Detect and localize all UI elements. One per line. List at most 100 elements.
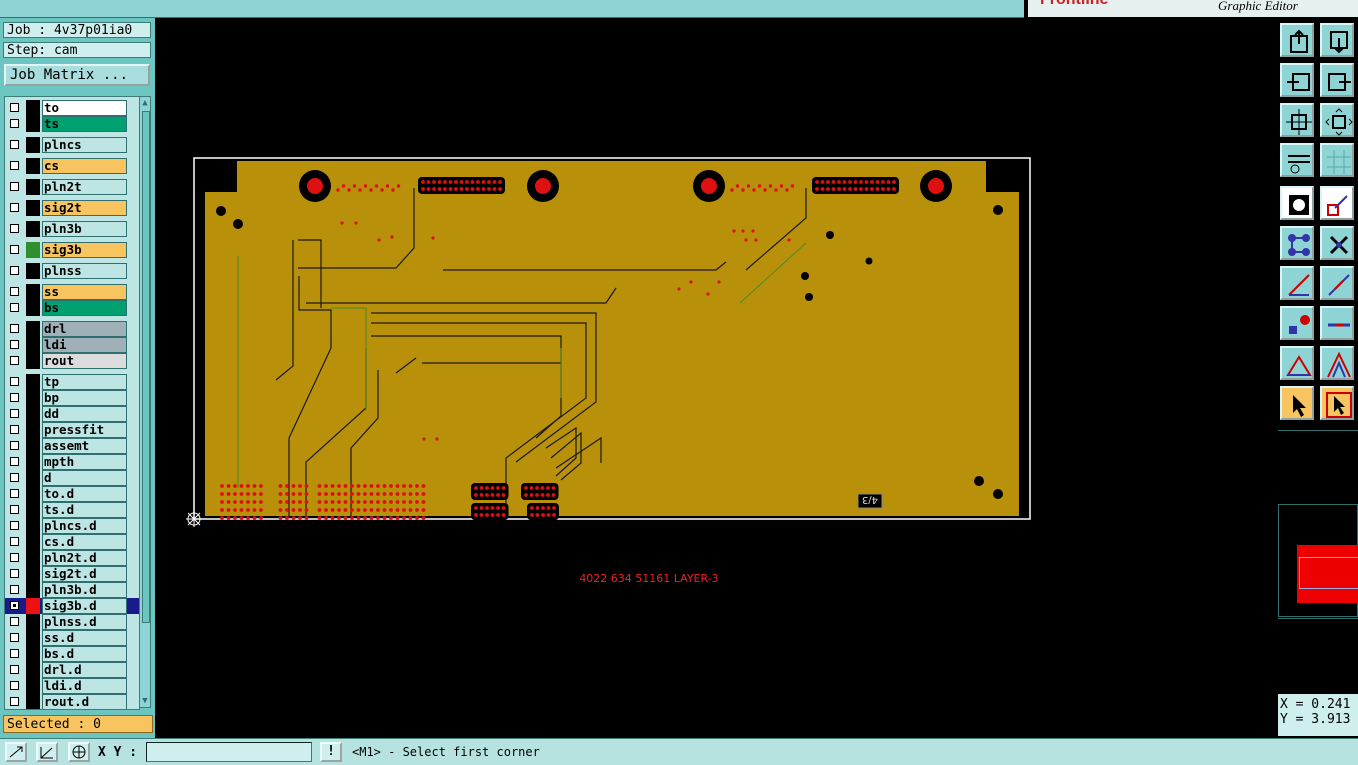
- layer-name[interactable]: to.d: [42, 486, 127, 502]
- layer-checkbox[interactable]: [10, 473, 19, 482]
- layer-color-swatch[interactable]: [26, 284, 40, 300]
- layer-row[interactable]: ts.d: [5, 502, 139, 518]
- layer-checkbox[interactable]: [10, 697, 19, 706]
- layer-checkbox[interactable]: [10, 665, 19, 674]
- layer-checkbox[interactable]: [10, 681, 19, 690]
- layer-row[interactable]: bp: [5, 390, 139, 406]
- layer-row[interactable]: drl.d: [5, 662, 139, 678]
- pad-button[interactable]: [1280, 306, 1314, 340]
- layer-row[interactable]: cs.d: [5, 534, 139, 550]
- layer-checkbox[interactable]: [10, 537, 19, 546]
- layer-name[interactable]: bs.d: [42, 646, 127, 662]
- layer-color-swatch[interactable]: [26, 263, 40, 279]
- layer-row[interactable]: drl: [5, 321, 139, 337]
- scrollbar-thumb[interactable]: [142, 111, 150, 623]
- layer-checkbox[interactable]: [10, 340, 19, 349]
- layer-row[interactable]: tp: [5, 374, 139, 390]
- layer-color-swatch[interactable]: [26, 662, 40, 678]
- layer-row[interactable]: ldi.d: [5, 678, 139, 694]
- layer-name[interactable]: ldi: [42, 337, 127, 353]
- layer-name[interactable]: bs: [42, 300, 127, 316]
- layer-color-swatch[interactable]: [26, 158, 40, 174]
- triangle-button[interactable]: [1280, 346, 1314, 380]
- scroll-down-arrow-icon[interactable]: ▼: [140, 695, 150, 707]
- layer-checkbox[interactable]: [10, 505, 19, 514]
- layer-name[interactable]: pressfit: [42, 422, 127, 438]
- layer-name[interactable]: sig3b.d: [42, 598, 127, 614]
- message-button[interactable]: !: [320, 742, 342, 762]
- layer-color-swatch[interactable]: [26, 353, 40, 369]
- layer-color-swatch[interactable]: [26, 100, 40, 116]
- layer-name[interactable]: plncs: [42, 137, 127, 153]
- grid-snap-button[interactable]: [68, 742, 90, 762]
- layer-checkbox[interactable]: [10, 377, 19, 386]
- layer-row[interactable]: d: [5, 470, 139, 486]
- layer-name[interactable]: to: [42, 100, 127, 116]
- job-matrix-button[interactable]: Job Matrix ...: [4, 64, 150, 86]
- layer-name[interactable]: sig2t.d: [42, 566, 127, 582]
- layer-color-swatch[interactable]: [26, 582, 40, 598]
- layer-color-swatch[interactable]: [26, 566, 40, 582]
- line-draw-button[interactable]: [1320, 266, 1354, 300]
- layer-color-swatch[interactable]: [26, 470, 40, 486]
- layer-row[interactable]: ss.d: [5, 630, 139, 646]
- layer-row[interactable]: sig2t: [5, 200, 139, 216]
- layer-color-swatch[interactable]: [26, 221, 40, 237]
- layer-name[interactable]: plnss.d: [42, 614, 127, 630]
- layer-checkbox[interactable]: [10, 266, 19, 275]
- layer-checkbox[interactable]: [10, 633, 19, 642]
- layer-color-swatch[interactable]: [26, 694, 40, 709]
- layer-checkbox[interactable]: [10, 356, 19, 365]
- layer-name[interactable]: drl.d: [42, 662, 127, 678]
- measure-tool-button[interactable]: [36, 742, 58, 762]
- layer-checkbox[interactable]: [10, 441, 19, 450]
- layer-name[interactable]: cs: [42, 158, 127, 174]
- layer-row[interactable]: pln3b: [5, 221, 139, 237]
- trace-button[interactable]: [1320, 306, 1354, 340]
- layer-checkbox[interactable]: [10, 569, 19, 578]
- layer-row[interactable]: plncs: [5, 137, 139, 153]
- layer-color-swatch[interactable]: [26, 390, 40, 406]
- layer-checkbox[interactable]: [10, 601, 19, 610]
- layer-row[interactable]: bs.d: [5, 646, 139, 662]
- layer-color-swatch[interactable]: [26, 646, 40, 662]
- layer-row[interactable]: plnss: [5, 263, 139, 279]
- layer-row[interactable]: sig3b.d: [5, 598, 139, 614]
- layer-checkbox[interactable]: [10, 119, 19, 128]
- layer-list-scrollbar[interactable]: ▲ ▼: [139, 96, 151, 708]
- edit-shape-button[interactable]: [1320, 186, 1354, 220]
- layer-row[interactable]: pressfit: [5, 422, 139, 438]
- scroll-up-arrow-icon[interactable]: ▲: [140, 97, 150, 109]
- layer-row[interactable]: pln3b.d: [5, 582, 139, 598]
- layer-color-swatch[interactable]: [26, 300, 40, 316]
- layer-checkbox[interactable]: [10, 224, 19, 233]
- arrow-up-button[interactable]: [1320, 346, 1354, 380]
- line-measure-button[interactable]: [1280, 266, 1314, 300]
- layer-name[interactable]: drl: [42, 321, 127, 337]
- layer-checkbox[interactable]: [10, 585, 19, 594]
- layer-name[interactable]: sig3b: [42, 242, 127, 258]
- layer-name[interactable]: ts.d: [42, 502, 127, 518]
- layer-row[interactable]: rout.d: [5, 694, 139, 709]
- overview-map[interactable]: [1278, 504, 1358, 617]
- layer-color-swatch[interactable]: [26, 678, 40, 694]
- layer-name[interactable]: plncs.d: [42, 518, 127, 534]
- layer-color-swatch[interactable]: [26, 406, 40, 422]
- layer-checkbox[interactable]: [10, 303, 19, 312]
- layer-color-swatch[interactable]: [26, 137, 40, 153]
- layer-checkbox[interactable]: [10, 324, 19, 333]
- layer-checkbox[interactable]: [10, 617, 19, 626]
- layer-checkbox[interactable]: [10, 649, 19, 658]
- layer-color-swatch[interactable]: [26, 630, 40, 646]
- layer-checkbox[interactable]: [10, 140, 19, 149]
- layer-checkbox[interactable]: [10, 161, 19, 170]
- download-button[interactable]: [1320, 23, 1354, 57]
- layer-checkbox[interactable]: [10, 521, 19, 530]
- layer-color-swatch[interactable]: [26, 242, 40, 258]
- layer-name[interactable]: ss: [42, 284, 127, 300]
- graphic-canvas[interactable]: 4/3 4022 634 51161 LAYER-3: [156, 18, 1277, 738]
- grid-button[interactable]: [1320, 143, 1354, 177]
- layer-name[interactable]: bp: [42, 390, 127, 406]
- layer-name[interactable]: tp: [42, 374, 127, 390]
- pcb-board-view[interactable]: 4/3 4022 634 51161 LAYER-3: [156, 18, 1277, 738]
